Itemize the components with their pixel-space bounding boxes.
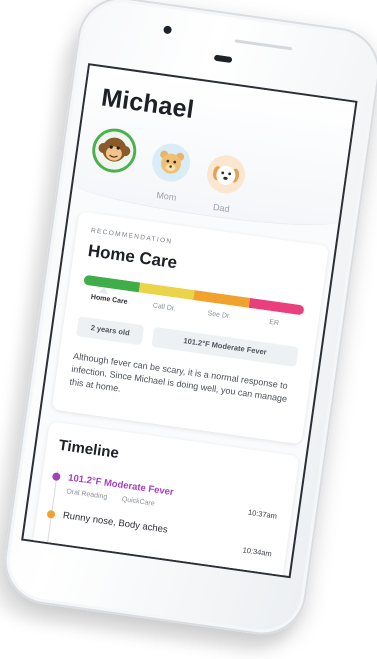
timeline-entry-subtitle: Oral Reading — [65, 488, 108, 501]
child-name: Michael — [99, 83, 196, 125]
profile-label: Dad — [212, 201, 231, 215]
age-chip: 2 years old — [76, 316, 145, 346]
timeline-entry-time: 10:37am — [247, 507, 278, 521]
recommendation-card[interactable]: RECOMMENDATION Home Care Home Care Call … — [51, 211, 330, 445]
timeline-card[interactable]: Timeline 101.2°F Moderate Fever Oral Rea… — [30, 421, 300, 579]
sensor-bar — [234, 39, 293, 51]
profile-mom[interactable]: Mom — [140, 140, 200, 205]
scale-label-call-dr: Call Dr. — [152, 302, 177, 313]
profile-label — [84, 176, 135, 183]
timeline-dot-symptoms — [46, 509, 56, 519]
monkey-avatar-icon — [93, 129, 136, 172]
timeline-title: Timeline — [57, 436, 120, 463]
scale-segment-er — [248, 297, 305, 316]
recommendation-title: Home Care — [86, 240, 179, 273]
timeline-dot-fever — [51, 472, 61, 482]
profile-michael[interactable] — [84, 128, 142, 183]
profile-dad[interactable]: Dad — [195, 152, 255, 217]
front-camera — [163, 25, 173, 35]
app-screen: Michael Mom Dad RECOMMENDATION Home Care… — [21, 63, 358, 579]
scale-label-home-care: Home Care — [90, 293, 128, 306]
scale-label-er: ER — [268, 318, 280, 328]
profile-label: Mom — [155, 189, 178, 203]
timeline-entry-time: 10:34am — [242, 545, 273, 559]
earpiece-speaker — [213, 54, 233, 64]
fever-chip: 101.2°F Moderate Fever — [151, 326, 299, 367]
scale-segment-see-dr — [193, 290, 250, 308]
scale-pointer-icon — [98, 286, 110, 295]
scale-segment-home-care — [83, 274, 140, 293]
app-showcase: Michael Mom Dad RECOMMENDATION Home Care… — [0, 0, 377, 659]
timeline-entry-title[interactable]: Runny nose, Body aches — [62, 510, 168, 536]
scale-segment-call-dr — [138, 282, 195, 301]
timeline-rail — [43, 470, 59, 570]
bear-avatar-icon — [150, 141, 193, 184]
profile-header: Michael Mom Dad — [71, 65, 356, 235]
dog-avatar-icon — [205, 153, 248, 196]
timeline-entry-source: QuickCare — [121, 496, 156, 508]
scale-label-see-dr: See Dr. — [207, 310, 232, 321]
